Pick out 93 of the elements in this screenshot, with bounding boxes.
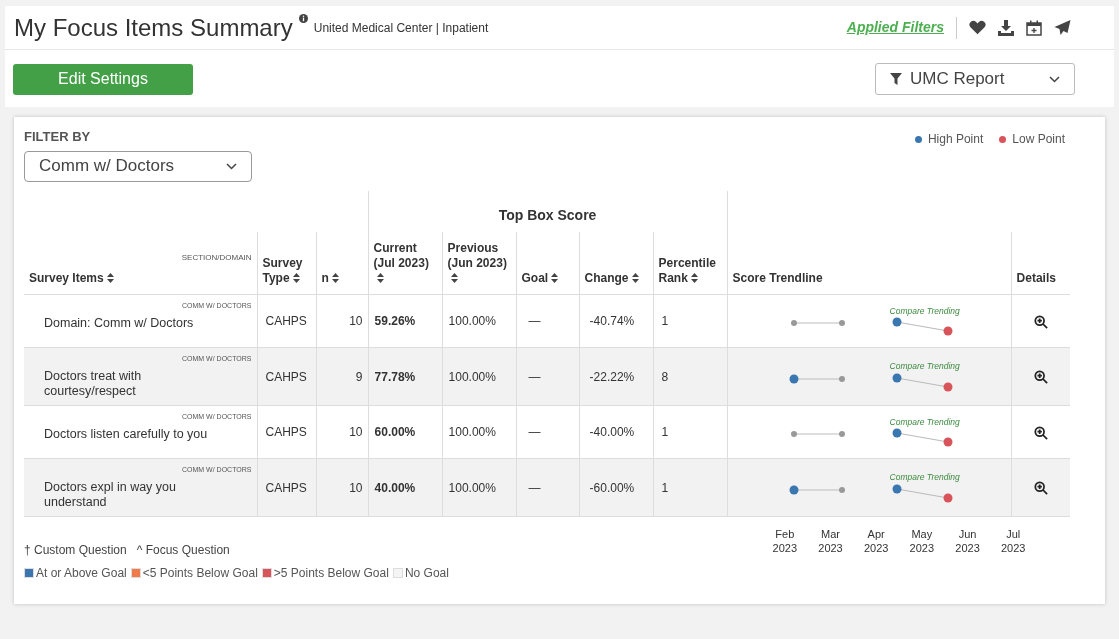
table-cell: 100.00% <box>448 480 496 495</box>
table-cell: -22.22% <box>589 369 635 384</box>
table-cell: — <box>528 314 541 328</box>
table-cell: 10 <box>349 314 363 328</box>
month-label: Apr 2023 <box>862 527 890 556</box>
filter-label: FILTER BY <box>24 128 91 146</box>
column-header[interactable]: Percentile Rank <box>658 256 722 286</box>
compare-trending-link[interactable]: Compare Trending <box>889 360 960 373</box>
table-cell: 40.00% <box>374 480 416 495</box>
footnote: † Custom Question <box>24 542 127 559</box>
zoom-in-icon[interactable] <box>1033 314 1048 329</box>
survey-item: Domain: Comm w/ Doctors <box>44 315 194 331</box>
info-icon[interactable] <box>298 13 308 23</box>
sort-icon[interactable] <box>631 273 639 283</box>
table-cell: 100.00% <box>448 425 496 439</box>
sort-icon[interactable] <box>331 273 339 283</box>
chevron-down-icon <box>226 162 237 170</box>
month-label: May 2023 <box>908 527 936 556</box>
filter-select[interactable]: Comm w/ Doctors <box>24 150 252 182</box>
legend-label: No Goal <box>404 565 449 582</box>
column-header: Score Trendline <box>732 271 823 286</box>
group-header: Top Box Score <box>498 206 597 223</box>
compare-trend-drawing <box>891 483 954 504</box>
table-cell: -60.00% <box>589 480 635 495</box>
table-cell: 100.00% <box>448 369 496 384</box>
sort-icon[interactable] <box>551 273 559 283</box>
sparkline-drawing <box>787 372 848 385</box>
table-cell: — <box>528 480 541 495</box>
column-header[interactable]: Survey Type <box>262 256 311 286</box>
table-cell: 1 <box>661 480 669 495</box>
compare-trending-link[interactable]: Compare Trending <box>889 304 960 318</box>
report-select[interactable]: UMC Report <box>875 63 1075 95</box>
legend-label: Low Point <box>1012 131 1065 148</box>
compare-trending-link[interactable]: Compare Trending <box>889 415 960 429</box>
sort-icon[interactable] <box>292 273 300 283</box>
table-cell: CAHPS <box>265 369 307 384</box>
legend-label: At or Above Goal <box>36 565 127 582</box>
section-domain-label: SECTION/DOMAIN <box>181 252 252 264</box>
table-cell: 77.78% <box>374 369 416 384</box>
compare-trend-drawing <box>891 428 954 449</box>
table-cell: 8 <box>661 369 669 384</box>
sort-icon[interactable] <box>690 273 698 283</box>
compare-trending-link[interactable]: Compare Trending <box>889 471 960 484</box>
column-header[interactable]: Previous (Jun 2023) <box>447 241 511 286</box>
table-cell: -40.74% <box>589 314 635 328</box>
legend-label: >5 Points Below Goal <box>273 565 389 582</box>
footnote: ^ Focus Question <box>136 542 230 559</box>
column-header: Details <box>1016 271 1056 286</box>
zoom-in-icon[interactable] <box>1033 425 1048 440</box>
survey-item: Doctors expl in way you understand <box>44 479 177 510</box>
page-subtitle: United Medical Center | Inpatient <box>313 19 489 37</box>
column-header[interactable]: Change <box>584 271 639 286</box>
page-title: My Focus Items Summary <box>14 12 293 43</box>
table-cell: -40.00% <box>589 425 635 439</box>
compare-trend-drawing <box>891 317 954 338</box>
table-cell: CAHPS <box>265 314 307 328</box>
table-cell: 9 <box>355 369 363 384</box>
calendar-icon[interactable] <box>1026 19 1042 36</box>
table-cell: 1 <box>661 314 669 328</box>
month-label: Feb 2023 <box>771 527 799 556</box>
table-cell: 10 <box>349 480 363 495</box>
table-cell: — <box>528 425 541 439</box>
month-label: Mar 2023 <box>817 527 844 556</box>
table-cell: — <box>528 369 541 384</box>
column-header[interactable]: Goal <box>521 271 559 286</box>
column-header[interactable]: Current (Jul 2023) <box>373 241 437 286</box>
heart-icon[interactable] <box>969 20 986 35</box>
survey-item: Doctors treat with courtesy/respect <box>44 368 143 399</box>
table-cell: 100.00% <box>448 314 496 328</box>
legend-label: <5 Points Below Goal <box>142 565 258 582</box>
zoom-in-icon[interactable] <box>1033 481 1048 496</box>
table-cell: 60.00% <box>374 425 416 439</box>
sort-icon[interactable] <box>106 273 114 283</box>
table-cell: CAHPS <box>265 480 307 495</box>
column-header[interactable]: Survey Items <box>29 271 114 286</box>
month-label: Jul 2023 <box>999 527 1027 556</box>
month-label: Jun 2023 <box>954 527 981 556</box>
compare-trend-drawing <box>891 372 954 393</box>
table-cell: 10 <box>349 425 363 439</box>
chevron-down-icon <box>1049 75 1060 83</box>
sparkline-drawing <box>787 483 848 496</box>
table-cell: CAHPS <box>265 425 307 439</box>
legend-label: High Point <box>927 131 984 148</box>
download-icon[interactable] <box>998 19 1014 36</box>
table-cell: 59.26% <box>374 314 416 328</box>
survey-item: Doctors listen carefully to you <box>44 426 208 442</box>
table-cell: 1 <box>661 425 669 439</box>
sort-icon[interactable] <box>450 273 458 283</box>
sort-icon[interactable] <box>376 273 384 283</box>
filter-icon <box>890 73 902 85</box>
zoom-in-icon[interactable] <box>1033 370 1048 385</box>
column-header[interactable]: n <box>321 271 339 286</box>
send-icon[interactable] <box>1054 19 1071 36</box>
